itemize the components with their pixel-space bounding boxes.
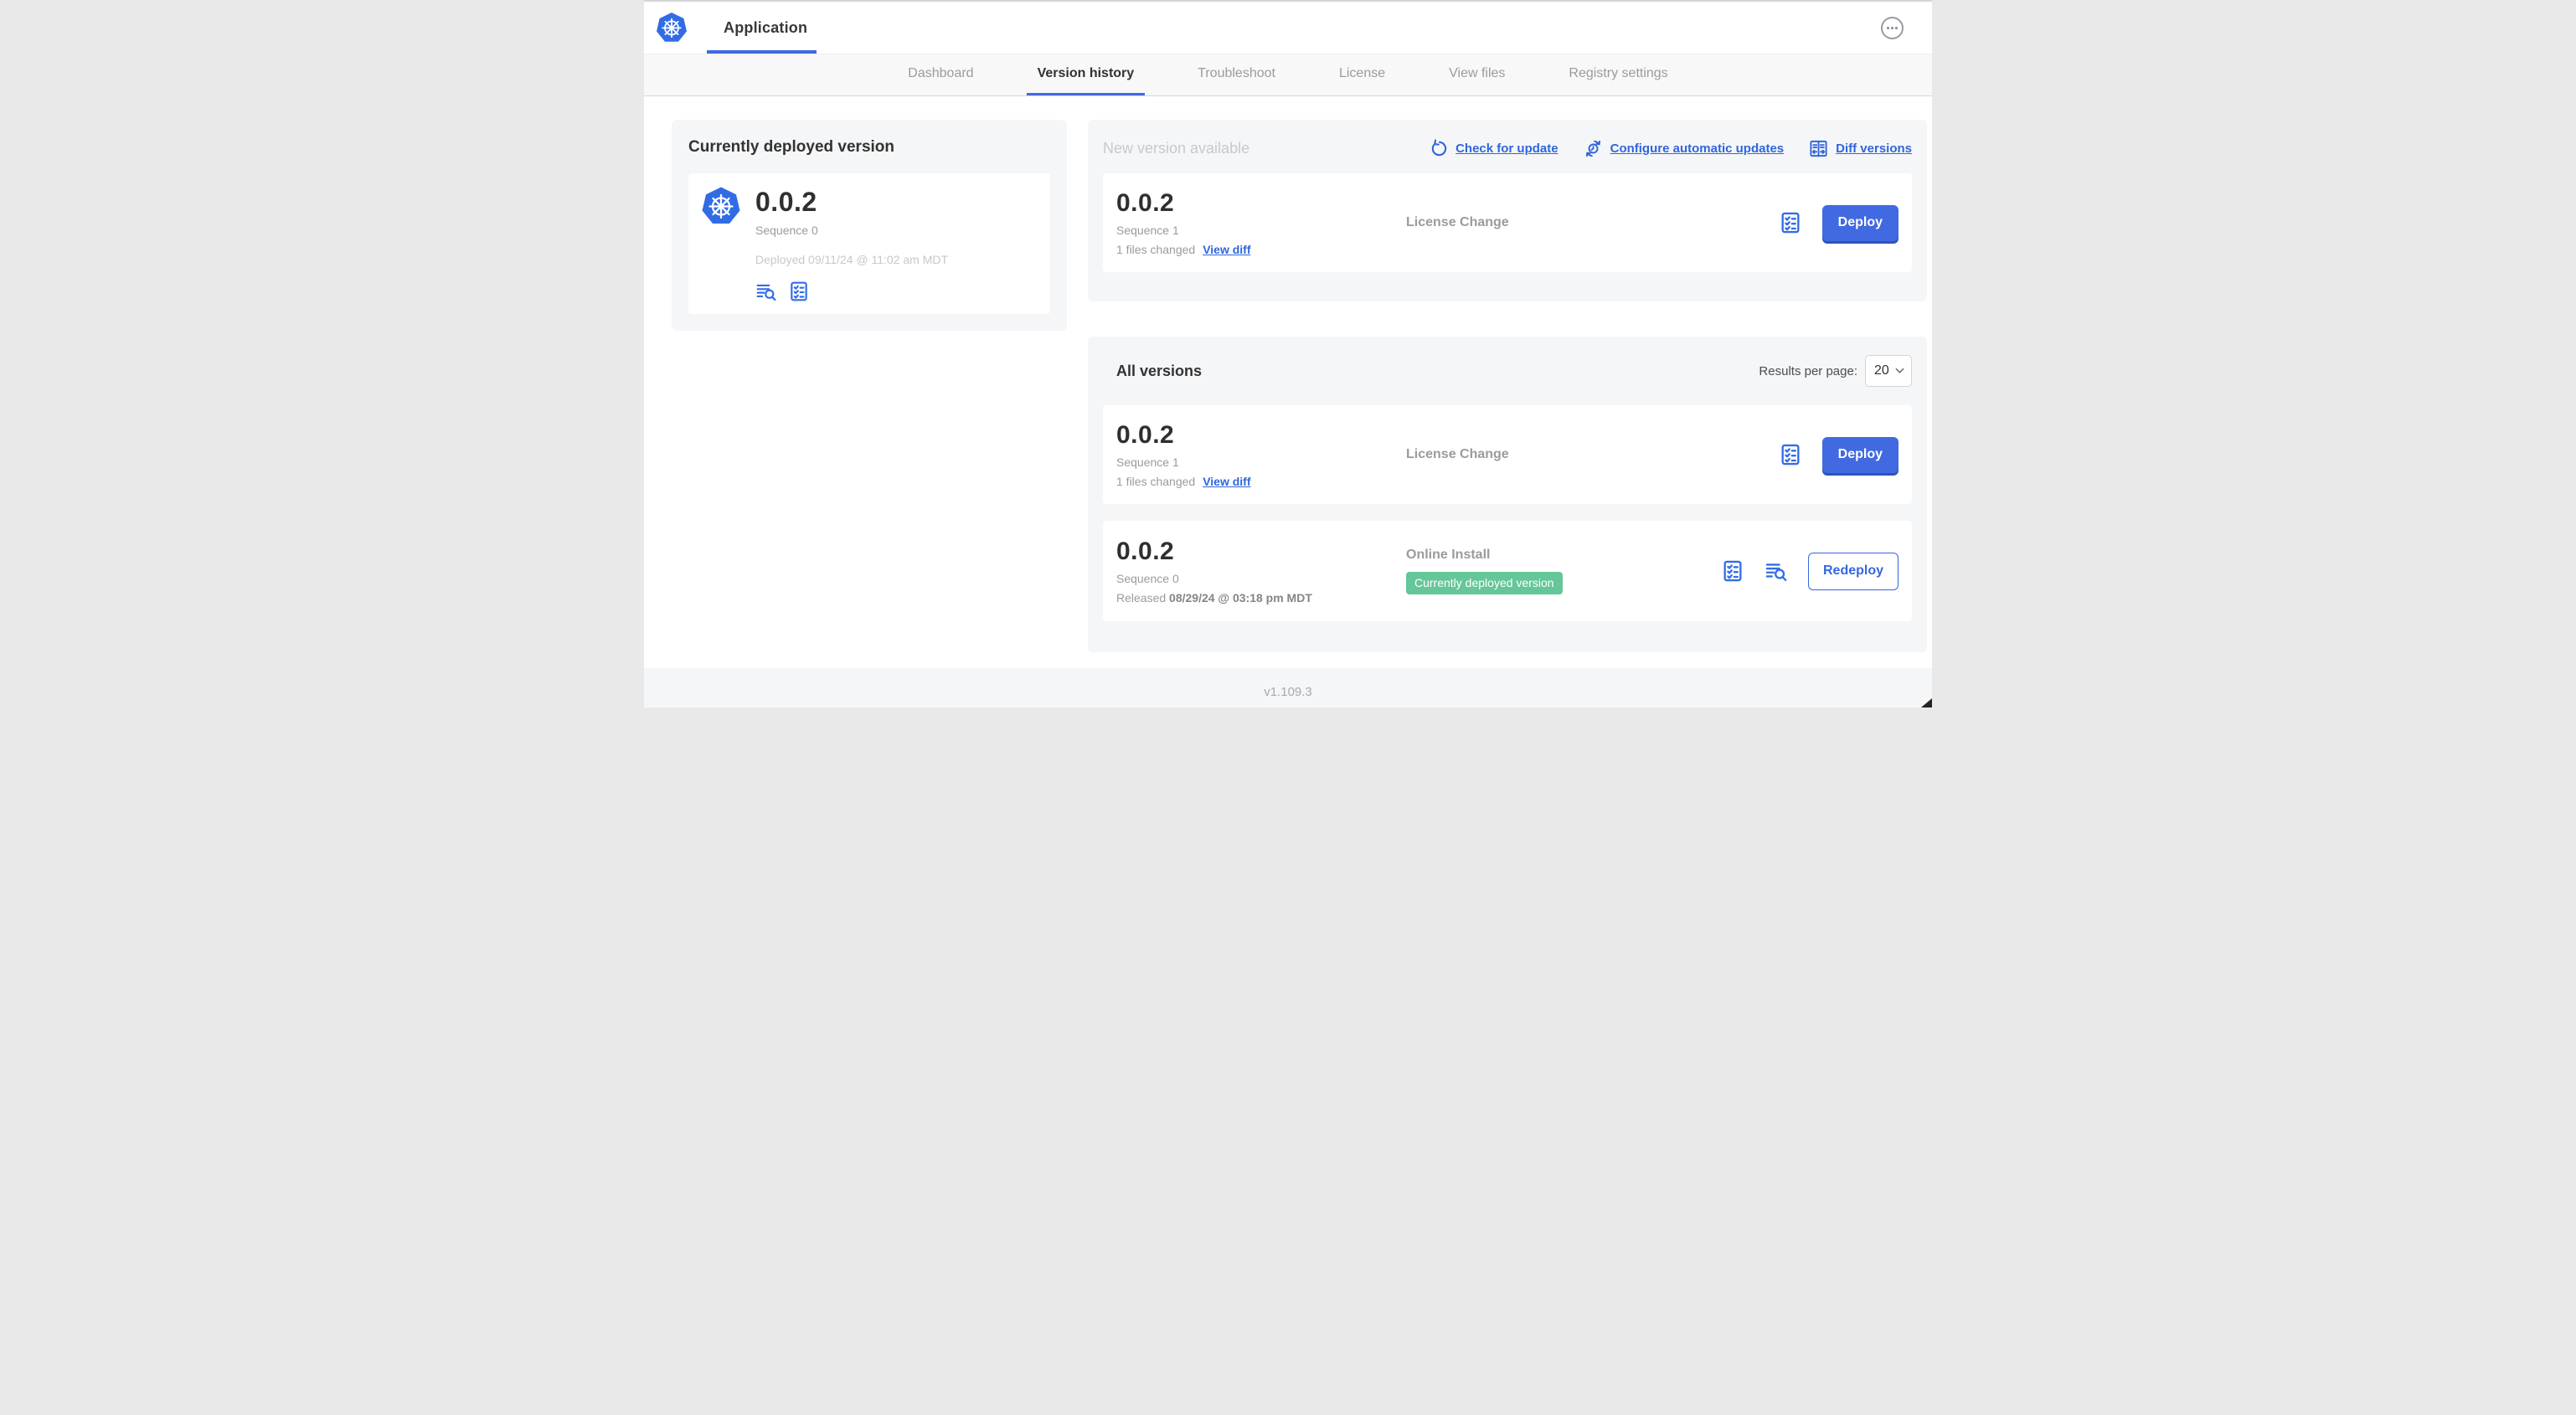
kubernetes-logo-icon xyxy=(655,11,688,44)
more-options-button[interactable] xyxy=(1881,16,1904,39)
version-status: License Change xyxy=(1405,447,1779,462)
new-version-header: New version available Check for update C… xyxy=(1103,135,1912,162)
tab-license[interactable]: License xyxy=(1328,54,1396,95)
update-actions: Check for update Configure automatic upd… xyxy=(1429,138,1912,158)
all-versions-title: All versions xyxy=(1116,362,1203,379)
kubernetes-logo-icon xyxy=(700,185,742,227)
version-number: 0.0.2 xyxy=(755,187,817,217)
tab-registry-settings[interactable]: Registry settings xyxy=(1558,54,1678,95)
view-logs-icon[interactable] xyxy=(1765,559,1788,583)
tab-view-files[interactable]: View files xyxy=(1438,54,1516,95)
version-number: 0.0.2 xyxy=(1116,188,1175,217)
deployed-timestamp: Deployed 09/11/24 @ 11:02 am MDT xyxy=(755,252,949,266)
version-number: 0.0.2 xyxy=(1116,537,1175,565)
chevron-down-icon xyxy=(1895,368,1904,374)
app-tab[interactable]: Application xyxy=(644,2,807,54)
console-version: v1.109.3 xyxy=(1264,685,1312,699)
version-status: Online Install Currently deployed versio… xyxy=(1405,548,1721,594)
current-version-panel: 0.0.2 Sequence 0 Deployed 09/11/24 @ 11:… xyxy=(688,173,1050,314)
page-footer: v1.109.3 xyxy=(644,668,1932,708)
row-actions: Deploy xyxy=(1779,204,1899,241)
version-row: 0.0.2 Sequence 1 1 files changed View di… xyxy=(1103,405,1912,504)
sequence-label: Sequence 0 xyxy=(1116,572,1179,586)
available-version-row: 0.0.2 Sequence 1 1 files changed View di… xyxy=(1103,173,1912,272)
version-info: 0.0.2 Sequence 1 1 files changed View di… xyxy=(1116,421,1405,489)
currently-deployed-badge: Currently deployed version xyxy=(1406,572,1563,594)
preflight-checks-icon[interactable] xyxy=(1721,559,1744,583)
currently-deployed-title: Currently deployed version xyxy=(688,138,895,156)
kots-admin-console: Application Dashboard Version history Tr… xyxy=(644,0,1932,708)
version-info: 0.0.2 Sequence 1 1 files changed View di… xyxy=(1116,189,1405,257)
files-changed: 1 files changed View diff xyxy=(1116,475,1251,489)
results-per-page-select[interactable]: 20 xyxy=(1865,355,1912,387)
row-actions: Redeploy xyxy=(1721,552,1899,590)
sequence-label: Sequence 1 xyxy=(1116,224,1179,238)
diff-versions-link[interactable]: Diff versions xyxy=(1809,139,1912,158)
files-changed: 1 files changed View diff xyxy=(1116,243,1251,257)
version-number: 0.0.2 xyxy=(1116,420,1175,449)
schedule-update-icon xyxy=(1584,139,1603,158)
current-version-actions xyxy=(755,280,948,302)
all-versions-section: All versions Results per page: 20 0.0.2 … xyxy=(1088,337,1927,652)
active-app-indicator xyxy=(707,50,817,54)
tab-dashboard[interactable]: Dashboard xyxy=(897,54,984,95)
redeploy-button[interactable]: Redeploy xyxy=(1807,552,1899,590)
version-info: 0.0.2 Sequence 0 Released 08/29/24 @ 03:… xyxy=(1116,538,1405,605)
results-per-page: Results per page: 20 xyxy=(1759,355,1912,387)
current-version-info: 0.0.2 Sequence 0 Deployed 09/11/24 @ 11:… xyxy=(755,185,948,302)
app-header: Application xyxy=(644,2,1932,54)
tab-version-history[interactable]: Version history xyxy=(1026,54,1146,95)
all-versions-header: All versions Results per page: 20 xyxy=(1103,355,1912,387)
sequence-label: Sequence 1 xyxy=(1116,455,1179,470)
version-source-label: License Change xyxy=(1406,215,1509,229)
refresh-icon xyxy=(1429,138,1448,158)
diff-icon xyxy=(1809,139,1828,158)
view-diff-link[interactable]: View diff xyxy=(1203,475,1250,488)
deploy-button[interactable]: Deploy xyxy=(1821,436,1899,473)
row-actions: Deploy xyxy=(1779,436,1899,473)
configure-automatic-updates-link[interactable]: Configure automatic updates xyxy=(1584,139,1784,158)
version-source-label: Online Install xyxy=(1406,548,1491,562)
new-version-section: New version available Check for update C… xyxy=(1088,120,1927,301)
check-for-update-link[interactable]: Check for update xyxy=(1429,138,1558,158)
results-per-page-label: Results per page: xyxy=(1759,363,1857,378)
view-logs-icon[interactable] xyxy=(755,280,777,302)
preflight-checks-icon[interactable] xyxy=(1779,443,1802,466)
version-row: 0.0.2 Sequence 0 Released 08/29/24 @ 03:… xyxy=(1103,521,1912,621)
app-title: Application xyxy=(724,18,808,36)
version-source-label: License Change xyxy=(1406,447,1509,461)
main-content: Currently deployed version 0.0.2 Sequenc… xyxy=(644,96,1932,668)
tab-troubleshoot[interactable]: Troubleshoot xyxy=(1187,54,1286,95)
currently-deployed-card: Currently deployed version 0.0.2 Sequenc… xyxy=(672,120,1067,331)
preflight-checks-icon[interactable] xyxy=(1779,211,1802,234)
view-diff-link[interactable]: View diff xyxy=(1203,243,1250,256)
released-timestamp: Released 08/29/24 @ 03:18 pm MDT xyxy=(1116,591,1312,605)
new-version-title: New version available xyxy=(1103,139,1250,157)
page-tabbar: Dashboard Version history Troubleshoot L… xyxy=(644,54,1932,96)
preflight-checks-icon[interactable] xyxy=(788,280,810,302)
right-column: New version available Check for update C… xyxy=(1088,120,1927,652)
left-column: Currently deployed version 0.0.2 Sequenc… xyxy=(672,120,1067,331)
version-status: License Change xyxy=(1405,215,1779,230)
sequence-label: Sequence 0 xyxy=(755,223,818,237)
more-options-icon xyxy=(1886,26,1899,29)
deploy-button[interactable]: Deploy xyxy=(1821,204,1899,241)
